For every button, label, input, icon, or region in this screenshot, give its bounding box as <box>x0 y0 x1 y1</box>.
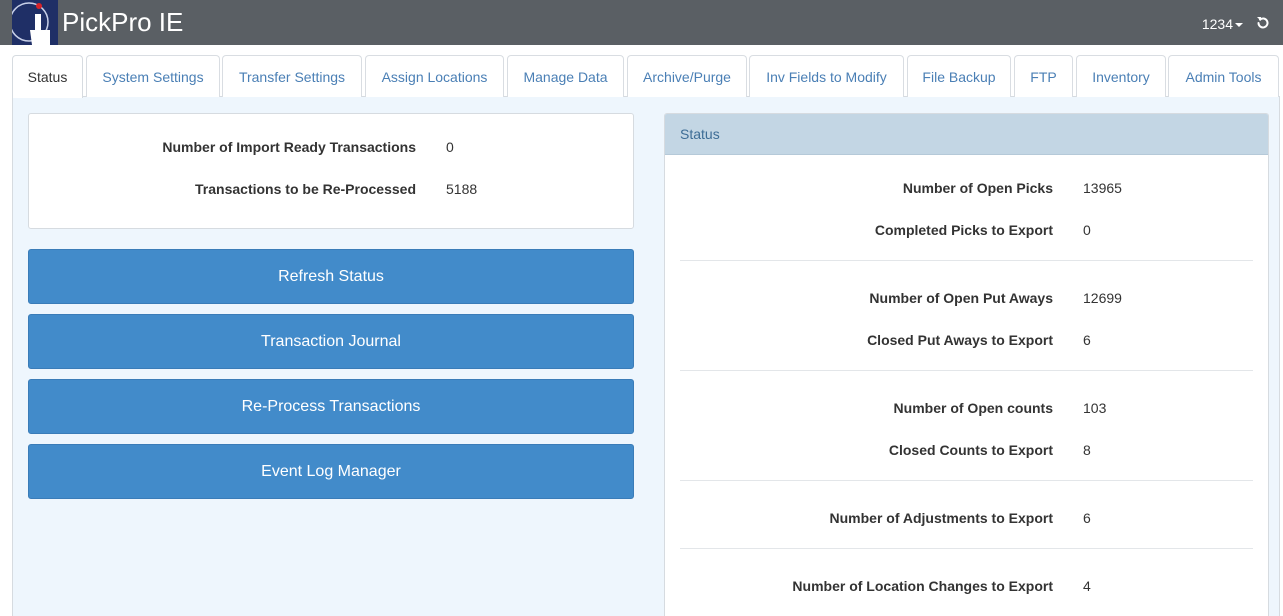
transaction-journal-button[interactable]: Transaction Journal <box>28 314 634 369</box>
app-title: PickPro IE <box>62 7 184 37</box>
completed-picks-label: Completed Picks to Export <box>874 222 1053 238</box>
tab-assign-locations[interactable]: Assign Locations <box>365 55 504 97</box>
closed-counts-label: Closed Counts to Export <box>888 442 1053 458</box>
divider <box>680 548 1253 549</box>
refresh-status-button[interactable]: Refresh Status <box>28 249 634 304</box>
import-ready-label: Number of Import Ready Transactions <box>162 139 416 155</box>
status-panel: Status Number of Open Picks 13965 Comple… <box>664 113 1269 616</box>
location-changes-label: Number of Location Changes to Export <box>792 578 1053 594</box>
tab-archive-purge[interactable]: Archive/Purge <box>627 55 747 97</box>
closed-put-aways-label: Closed Put Aways to Export <box>867 332 1053 348</box>
divider <box>680 260 1253 261</box>
open-picks-label: Number of Open Picks <box>902 180 1053 196</box>
tab-ftp[interactable]: FTP <box>1014 55 1073 97</box>
closed-put-aways-value: 6 <box>1083 332 1091 348</box>
user-name: 1234 <box>1201 16 1233 32</box>
adjustments-value: 6 <box>1083 510 1091 526</box>
completed-picks-value: 0 <box>1083 222 1091 238</box>
open-put-aways-value: 12699 <box>1083 290 1122 306</box>
reprocess-count-value: 5188 <box>446 181 478 197</box>
adjustments-label: Number of Adjustments to Export <box>829 510 1054 526</box>
top-navbar: PickPro IE 1234 <box>0 0 1283 45</box>
tab-inv-fields-to-modify[interactable]: Inv Fields to Modify <box>749 55 904 97</box>
location-changes-value: 4 <box>1083 578 1091 594</box>
divider <box>680 370 1253 371</box>
user-menu[interactable]: 1234 <box>1202 14 1243 34</box>
tab-inventory[interactable]: Inventory <box>1076 55 1166 97</box>
reprocess-transactions-button[interactable]: Re-Process Transactions <box>28 379 634 434</box>
divider <box>680 480 1253 481</box>
tab-manage-data[interactable]: Manage Data <box>507 55 624 97</box>
open-picks-value: 13965 <box>1083 180 1122 196</box>
tab-admin-tools[interactable]: Admin Tools <box>1168 55 1279 97</box>
closed-counts-value: 8 <box>1083 442 1091 458</box>
tab-system-settings[interactable]: System Settings <box>86 55 220 97</box>
import-ready-value: 0 <box>446 139 454 155</box>
caret-down-icon <box>1235 23 1243 28</box>
reprocess-count-label: Transactions to be Re-Processed <box>195 181 416 197</box>
pickpro-logo-icon[interactable] <box>12 0 58 45</box>
event-log-manager-button[interactable]: Event Log Manager <box>28 444 634 499</box>
status-panel-heading: Status <box>665 114 1268 155</box>
open-counts-label: Number of Open counts <box>893 400 1053 416</box>
tab-file-backup[interactable]: File Backup <box>907 55 1011 97</box>
open-counts-value: 103 <box>1083 400 1107 416</box>
tab-transfer-settings[interactable]: Transfer Settings <box>222 55 362 97</box>
reload-icon[interactable] <box>1255 15 1271 31</box>
open-put-aways-label: Number of Open Put Aways <box>869 290 1053 306</box>
import-summary-panel: Number of Import Ready Transactions 0 Tr… <box>28 113 634 229</box>
tab-status[interactable]: Status <box>12 55 83 98</box>
